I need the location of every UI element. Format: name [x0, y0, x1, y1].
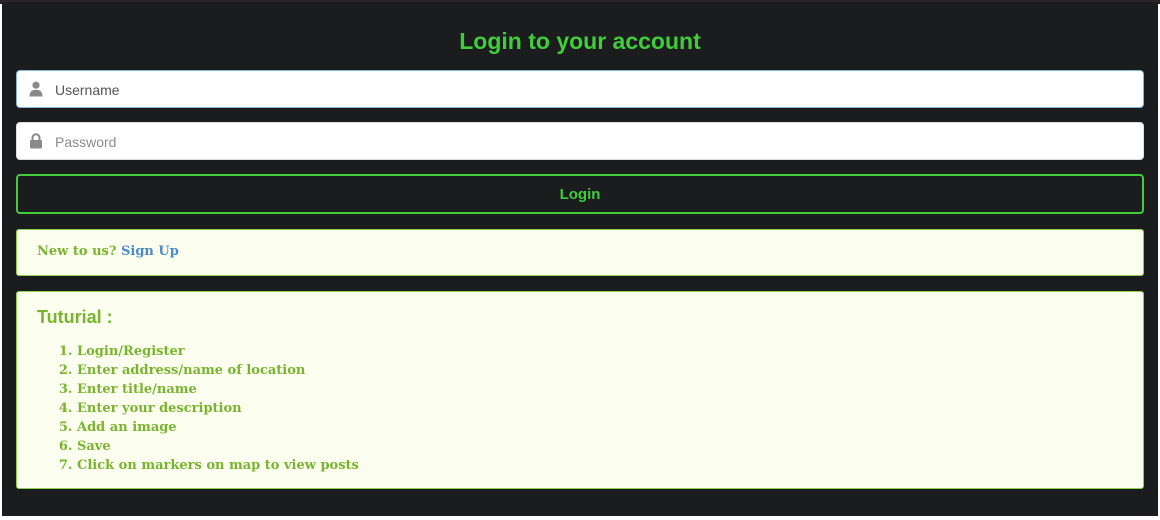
- login-button[interactable]: Login: [16, 174, 1144, 214]
- signup-link[interactable]: Sign Up: [121, 244, 179, 259]
- modal-title: Login to your account: [459, 28, 701, 54]
- user-icon: [29, 81, 43, 97]
- username-input[interactable]: [53, 71, 1137, 109]
- tutorial-step: Enter your description: [77, 399, 1123, 418]
- tutorial-step: Click on markers on map to view posts: [77, 456, 1123, 475]
- tutorial-title: Tuturial :: [37, 307, 113, 327]
- signup-message: New to us? Sign Up: [16, 229, 1144, 276]
- password-field[interactable]: [16, 122, 1144, 161]
- tutorial-step: Login/Register: [77, 342, 1123, 361]
- password-input[interactable]: [53, 123, 1137, 161]
- tutorial-step: Enter address/name of location: [77, 361, 1123, 380]
- tutorial-steps: Login/Register Enter address/name of loc…: [37, 342, 1123, 475]
- tutorial-message: Tuturial : Login/Register Enter address/…: [16, 291, 1144, 489]
- login-modal: Login to your account Login New to us? S…: [2, 2, 1158, 516]
- tutorial-step: Add an image: [77, 418, 1123, 437]
- username-field[interactable]: [16, 70, 1144, 109]
- tutorial-step: Enter title/name: [77, 380, 1123, 399]
- lock-icon: [30, 133, 42, 149]
- signup-prompt: New to us?: [37, 244, 117, 259]
- tutorial-step: Save: [77, 437, 1123, 456]
